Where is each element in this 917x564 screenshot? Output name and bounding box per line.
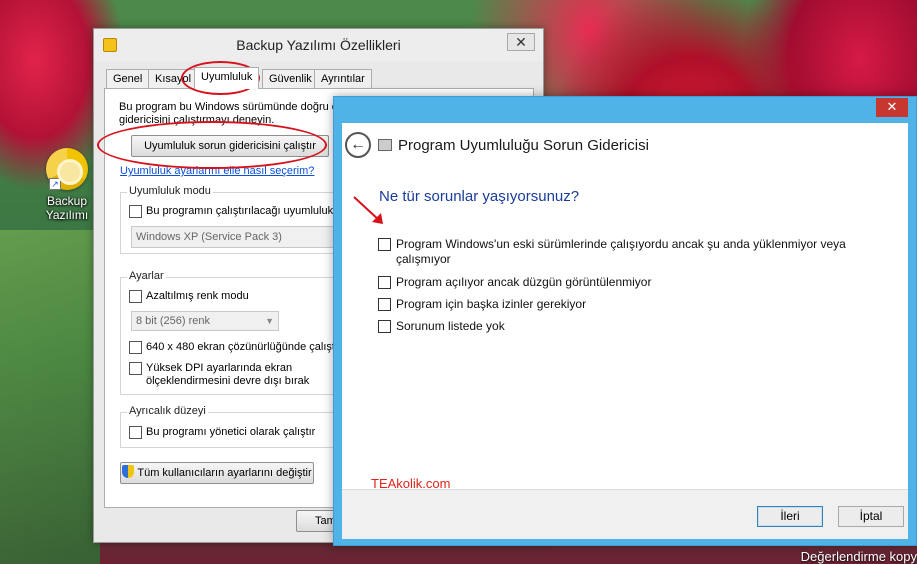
tab-guvenlik[interactable]: Güvenlik — [262, 69, 319, 89]
troubleshooter-close-button[interactable]: ✕ — [876, 98, 908, 117]
troubleshooter-titlebar: ✕ — [334, 97, 916, 123]
troubleshooter-window: ✕ ← Program Uyumluluğu Sorun Gidericisi … — [333, 96, 917, 546]
evaluation-copy-text: Değerlendirme kopy — [800, 549, 917, 564]
checkbox-box[interactable] — [378, 320, 391, 333]
back-arrow-icon[interactable]: ← — [345, 132, 371, 158]
option-old-windows[interactable]: Program Windows'un eski sürümlerinde çal… — [378, 237, 848, 267]
dpi-label: Yüksek DPI ayarlarında ekran ölçeklendir… — [146, 362, 310, 387]
option-not-listed[interactable]: Sorunum listede yok — [378, 319, 505, 334]
run-as-admin-label: Bu programı yönetici olarak çalıştır — [146, 426, 316, 438]
option-label: Program açılıyor ancak düzgün görüntülen… — [396, 275, 652, 289]
res-640-label: 640 x 480 ekran çözünürlüğünde çalıştır — [146, 341, 342, 353]
checkbox-box[interactable] — [129, 205, 142, 218]
properties-titlebar: Backup Yazılımı Özellikleri ✕ — [94, 29, 543, 61]
next-button[interactable]: İleri — [757, 506, 823, 527]
option-label: Sorunum listede yok — [396, 319, 505, 333]
settings-label: Ayarlar — [127, 270, 166, 282]
question-heading: Ne tür sorunlar yaşıyorsunuz? — [379, 188, 580, 205]
checkbox-box[interactable] — [378, 238, 391, 251]
checkbox-box[interactable] — [129, 362, 142, 375]
checkbox-box[interactable] — [129, 290, 142, 303]
tab-ayrintilar[interactable]: Ayrıntılar — [314, 69, 372, 89]
troubleshooter-footer: İleri İptal — [342, 489, 908, 539]
cancel-button[interactable]: İptal — [838, 506, 904, 527]
troubleshooter-app-icon — [378, 139, 392, 151]
tab-genel[interactable]: Genel — [106, 69, 150, 89]
desktop-shortcut-backup[interactable]: ↗ Backup Yazılımı — [38, 148, 96, 222]
troubleshooter-header: ← Program Uyumluluğu Sorun Gidericisi — [342, 123, 908, 169]
window-frame-left — [334, 123, 342, 545]
troubleshooter-title: Program Uyumluluğu Sorun Gidericisi — [398, 137, 649, 154]
properties-close-button[interactable]: ✕ — [507, 33, 535, 51]
reduced-color-label: Azaltılmış renk modu — [146, 290, 249, 302]
option-permissions[interactable]: Program için başka izinler gerekiyor — [378, 297, 586, 312]
dpi-checkbox[interactable]: Yüksek DPI ayarlarında ekran ölçeklendir… — [129, 362, 334, 388]
run-as-admin-checkbox[interactable]: Bu programı yönetici olarak çalıştır — [129, 426, 315, 439]
desktop-wallpaper-leaf — [0, 230, 100, 564]
shortcut-arrow-icon: ↗ — [49, 178, 61, 190]
checkbox-box[interactable] — [129, 426, 142, 439]
option-label: Program Windows'un eski sürümlerinde çal… — [396, 237, 846, 266]
color-depth-value: 8 bit (256) renk — [136, 315, 210, 327]
option-label: Program için başka izinler gerekiyor — [396, 297, 587, 311]
color-depth-select[interactable]: 8 bit (256) renk ▼ — [131, 311, 279, 331]
reduced-color-checkbox[interactable]: Azaltılmış renk modu — [129, 290, 249, 303]
tab-uyumluluk[interactable]: Uyumluluk — [194, 67, 260, 89]
checkbox-box[interactable] — [378, 276, 391, 289]
option-display-issue[interactable]: Program açılıyor ancak düzgün görüntülen… — [378, 275, 651, 290]
privilege-label: Ayrıcalık düzeyi — [127, 405, 208, 417]
properties-title: Backup Yazılımı Özellikleri — [236, 37, 401, 53]
desktop-icon-label: Backup Yazılımı — [45, 194, 89, 222]
window-frame-right — [908, 123, 916, 545]
all-users-button[interactable]: Tüm kullanıcıların ayarlarını değiştir — [120, 462, 314, 484]
chevron-down-icon: ▼ — [265, 316, 274, 326]
compat-mode-value: Windows XP (Service Pack 3) — [136, 231, 282, 243]
res-640-checkbox[interactable]: 640 x 480 ekran çözünürlüğünde çalıştır — [129, 341, 342, 354]
checkbox-box[interactable] — [378, 298, 391, 311]
uac-shield-icon — [122, 465, 135, 478]
all-users-label: Tüm kullanıcıların ayarlarını değiştir — [137, 467, 312, 479]
compat-mode-checkbox[interactable]: Bu programın çalıştırılacağı uyumluluk m… — [129, 205, 367, 218]
annotation-ellipse-button — [97, 121, 327, 169]
checkbox-box[interactable] — [129, 341, 142, 354]
compat-mode-label: Uyumluluk modu — [127, 185, 213, 197]
troubleshooter-body: Ne tür sorunlar yaşıyorsunuz? Program Wi… — [342, 169, 908, 491]
app-icon: ↗ — [46, 148, 88, 190]
